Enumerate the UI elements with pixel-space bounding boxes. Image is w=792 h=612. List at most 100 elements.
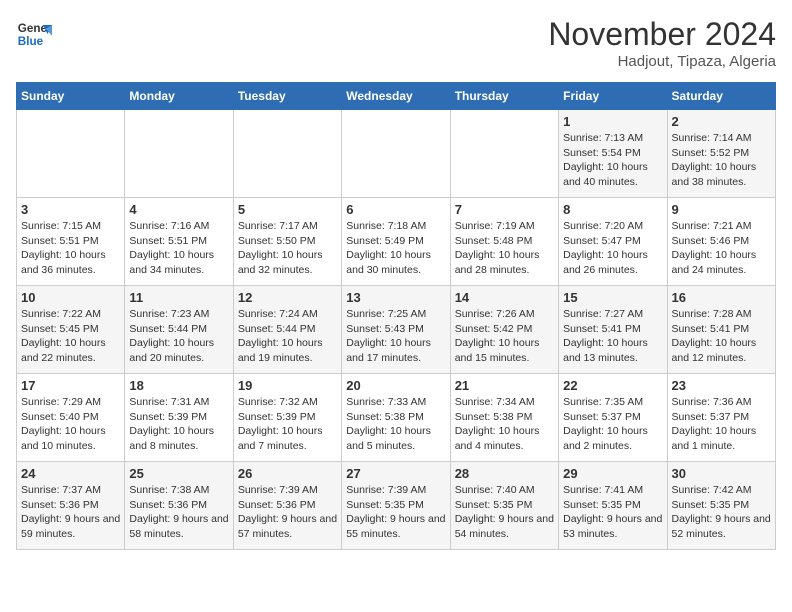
day-cell: 27 Sunrise: 7:39 AM Sunset: 5:35 PM Dayli… bbox=[342, 462, 450, 550]
day-cell: 24 Sunrise: 7:37 AM Sunset: 5:36 PM Dayli… bbox=[17, 462, 125, 550]
day-number: 19 bbox=[238, 378, 337, 393]
logo: General Blue bbox=[16, 16, 52, 52]
day-number: 18 bbox=[129, 378, 228, 393]
day-cell: 15Sunrise: 7:27 AM Sunset: 5:41 PM Dayli… bbox=[559, 286, 667, 374]
day-info: Sunrise: 7:21 AM Sunset: 5:46 PM Dayligh… bbox=[672, 219, 771, 278]
day-cell: 21 Sunrise: 7:34 AM Sunset: 5:38 PM Dayli… bbox=[450, 374, 558, 462]
day-info: Sunrise: 7:28 AM Sunset: 5:41 PM Dayligh… bbox=[672, 307, 771, 366]
subtitle: Hadjout, Tipaza, Algeria bbox=[548, 53, 776, 70]
day-number: 6 bbox=[346, 202, 445, 217]
day-info: Sunrise: 7:25 AM Sunset: 5:43 PM Dayligh… bbox=[346, 307, 445, 366]
day-info: Sunrise: 7:34 AM Sunset: 5:38 PM Dayligh… bbox=[455, 395, 554, 454]
header-monday: Monday bbox=[125, 83, 233, 110]
day-number: 22 bbox=[563, 378, 662, 393]
day-cell: 25 Sunrise: 7:38 AM Sunset: 5:36 PM Dayli… bbox=[125, 462, 233, 550]
day-cell: 30Sunrise: 7:42 AM Sunset: 5:35 PM Dayli… bbox=[667, 462, 775, 550]
day-info: Sunrise: 7:33 AM Sunset: 5:38 PM Dayligh… bbox=[346, 395, 445, 454]
day-number: 20 bbox=[346, 378, 445, 393]
day-number: 5 bbox=[238, 202, 337, 217]
day-number: 21 bbox=[455, 378, 554, 393]
title-area: November 2024 Hadjout, Tipaza, Algeria bbox=[548, 16, 776, 70]
day-cell: 1 Sunrise: 7:13 AM Sunset: 5:54 PM Daylig… bbox=[559, 110, 667, 198]
day-number: 27 bbox=[346, 466, 445, 481]
header-tuesday: Tuesday bbox=[233, 83, 341, 110]
header-thursday: Thursday bbox=[450, 83, 558, 110]
day-cell: 6Sunrise: 7:18 AM Sunset: 5:49 PM Daylig… bbox=[342, 198, 450, 286]
day-number: 14 bbox=[455, 290, 554, 305]
day-info: Sunrise: 7:17 AM Sunset: 5:50 PM Dayligh… bbox=[238, 219, 337, 278]
day-info: Sunrise: 7:24 AM Sunset: 5:44 PM Dayligh… bbox=[238, 307, 337, 366]
day-info: Sunrise: 7:36 AM Sunset: 5:37 PM Dayligh… bbox=[672, 395, 771, 454]
week-row-2: 10 Sunrise: 7:22 AM Sunset: 5:45 PM Dayli… bbox=[17, 286, 776, 374]
day-number: 12 bbox=[238, 290, 337, 305]
calendar-header: SundayMondayTuesdayWednesdayThursdayFrid… bbox=[17, 83, 776, 110]
day-number: 1 bbox=[563, 114, 662, 129]
day-number: 16 bbox=[672, 290, 771, 305]
week-row-0: 1 Sunrise: 7:13 AM Sunset: 5:54 PM Daylig… bbox=[17, 110, 776, 198]
day-number: 2 bbox=[672, 114, 771, 129]
calendar-table: SundayMondayTuesdayWednesdayThursdayFrid… bbox=[16, 82, 776, 550]
day-info: Sunrise: 7:41 AM Sunset: 5:35 PM Dayligh… bbox=[563, 483, 662, 542]
day-info: Sunrise: 7:31 AM Sunset: 5:39 PM Dayligh… bbox=[129, 395, 228, 454]
day-cell: 11 Sunrise: 7:23 AM Sunset: 5:44 PM Dayli… bbox=[125, 286, 233, 374]
day-cell: 5 Sunrise: 7:17 AM Sunset: 5:50 PM Daylig… bbox=[233, 198, 341, 286]
day-number: 17 bbox=[21, 378, 120, 393]
day-cell: 28 Sunrise: 7:40 AM Sunset: 5:35 PM Dayli… bbox=[450, 462, 558, 550]
day-cell bbox=[450, 110, 558, 198]
day-info: Sunrise: 7:27 AM Sunset: 5:41 PM Dayligh… bbox=[563, 307, 662, 366]
day-cell: 7 Sunrise: 7:19 AM Sunset: 5:48 PM Daylig… bbox=[450, 198, 558, 286]
day-info: Sunrise: 7:13 AM Sunset: 5:54 PM Dayligh… bbox=[563, 131, 662, 190]
day-cell bbox=[342, 110, 450, 198]
header: General Blue November 2024 Hadjout, Tipa… bbox=[16, 16, 776, 70]
day-number: 4 bbox=[129, 202, 228, 217]
day-number: 7 bbox=[455, 202, 554, 217]
day-cell: 26 Sunrise: 7:39 AM Sunset: 5:36 PM Dayli… bbox=[233, 462, 341, 550]
day-info: Sunrise: 7:15 AM Sunset: 5:51 PM Dayligh… bbox=[21, 219, 120, 278]
day-info: Sunrise: 7:38 AM Sunset: 5:36 PM Dayligh… bbox=[129, 483, 228, 542]
day-number: 9 bbox=[672, 202, 771, 217]
day-cell: 17 Sunrise: 7:29 AM Sunset: 5:40 PM Dayli… bbox=[17, 374, 125, 462]
header-wednesday: Wednesday bbox=[342, 83, 450, 110]
day-info: Sunrise: 7:22 AM Sunset: 5:45 PM Dayligh… bbox=[21, 307, 120, 366]
day-cell: 16 Sunrise: 7:28 AM Sunset: 5:41 PM Dayli… bbox=[667, 286, 775, 374]
day-cell: 14Sunrise: 7:26 AM Sunset: 5:42 PM Dayli… bbox=[450, 286, 558, 374]
day-number: 24 bbox=[21, 466, 120, 481]
day-cell: 12 Sunrise: 7:24 AM Sunset: 5:44 PM Dayli… bbox=[233, 286, 341, 374]
day-info: Sunrise: 7:39 AM Sunset: 5:36 PM Dayligh… bbox=[238, 483, 337, 542]
day-cell bbox=[17, 110, 125, 198]
week-row-3: 17 Sunrise: 7:29 AM Sunset: 5:40 PM Dayli… bbox=[17, 374, 776, 462]
month-title: November 2024 bbox=[548, 16, 776, 53]
day-info: Sunrise: 7:19 AM Sunset: 5:48 PM Dayligh… bbox=[455, 219, 554, 278]
day-number: 26 bbox=[238, 466, 337, 481]
day-cell: 8Sunrise: 7:20 AM Sunset: 5:47 PM Daylig… bbox=[559, 198, 667, 286]
day-info: Sunrise: 7:29 AM Sunset: 5:40 PM Dayligh… bbox=[21, 395, 120, 454]
header-saturday: Saturday bbox=[667, 83, 775, 110]
day-cell: 10 Sunrise: 7:22 AM Sunset: 5:45 PM Dayli… bbox=[17, 286, 125, 374]
svg-text:Blue: Blue bbox=[18, 35, 44, 48]
day-number: 11 bbox=[129, 290, 228, 305]
day-info: Sunrise: 7:37 AM Sunset: 5:36 PM Dayligh… bbox=[21, 483, 120, 542]
day-info: Sunrise: 7:16 AM Sunset: 5:51 PM Dayligh… bbox=[129, 219, 228, 278]
day-info: Sunrise: 7:39 AM Sunset: 5:35 PM Dayligh… bbox=[346, 483, 445, 542]
calendar-body: 1 Sunrise: 7:13 AM Sunset: 5:54 PM Daylig… bbox=[17, 110, 776, 550]
header-sunday: Sunday bbox=[17, 83, 125, 110]
day-number: 28 bbox=[455, 466, 554, 481]
day-info: Sunrise: 7:23 AM Sunset: 5:44 PM Dayligh… bbox=[129, 307, 228, 366]
header-row: SundayMondayTuesdayWednesdayThursdayFrid… bbox=[17, 83, 776, 110]
day-number: 23 bbox=[672, 378, 771, 393]
day-cell: 9 Sunrise: 7:21 AM Sunset: 5:46 PM Daylig… bbox=[667, 198, 775, 286]
header-friday: Friday bbox=[559, 83, 667, 110]
day-cell: 18 Sunrise: 7:31 AM Sunset: 5:39 PM Dayli… bbox=[125, 374, 233, 462]
week-row-1: 3Sunrise: 7:15 AM Sunset: 5:51 PM Daylig… bbox=[17, 198, 776, 286]
day-cell: 29Sunrise: 7:41 AM Sunset: 5:35 PM Dayli… bbox=[559, 462, 667, 550]
day-number: 8 bbox=[563, 202, 662, 217]
day-number: 13 bbox=[346, 290, 445, 305]
day-cell: 13 Sunrise: 7:25 AM Sunset: 5:43 PM Dayli… bbox=[342, 286, 450, 374]
day-info: Sunrise: 7:40 AM Sunset: 5:35 PM Dayligh… bbox=[455, 483, 554, 542]
day-cell: 4 Sunrise: 7:16 AM Sunset: 5:51 PM Daylig… bbox=[125, 198, 233, 286]
day-number: 25 bbox=[129, 466, 228, 481]
day-cell bbox=[125, 110, 233, 198]
day-number: 10 bbox=[21, 290, 120, 305]
day-cell bbox=[233, 110, 341, 198]
day-number: 30 bbox=[672, 466, 771, 481]
